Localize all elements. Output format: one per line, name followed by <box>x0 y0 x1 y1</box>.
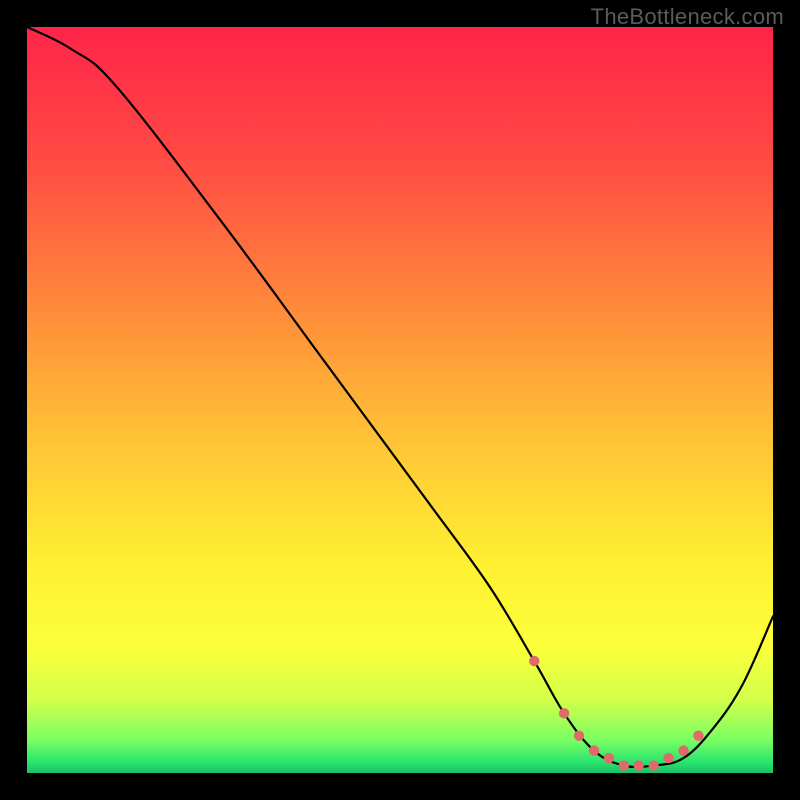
highlight-dot <box>648 760 658 770</box>
highlight-dot <box>574 731 584 741</box>
highlight-dot <box>619 760 629 770</box>
highlight-dot <box>604 753 614 763</box>
plot-background <box>27 27 773 773</box>
highlight-dot <box>589 745 599 755</box>
watermark-text: TheBottleneck.com <box>591 4 784 30</box>
highlight-dot <box>634 760 644 770</box>
bottleneck-chart <box>0 0 800 800</box>
highlight-dot <box>559 708 569 718</box>
highlight-dot <box>693 731 703 741</box>
highlight-dot <box>529 656 539 666</box>
highlight-dot <box>663 753 673 763</box>
chart-stage: TheBottleneck.com <box>0 0 800 800</box>
highlight-dot <box>678 745 688 755</box>
